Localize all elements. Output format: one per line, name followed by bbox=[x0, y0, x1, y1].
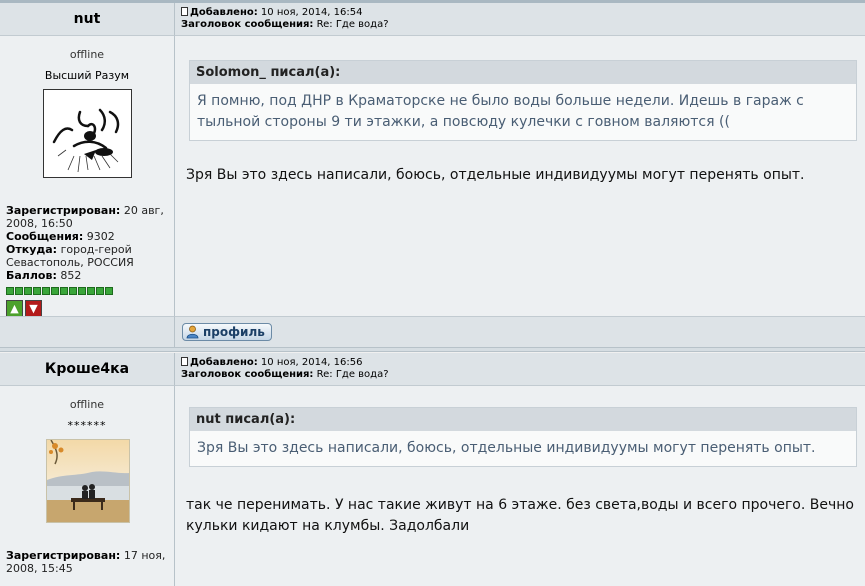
post-link-icon[interactable] bbox=[181, 357, 188, 366]
reputation-bar bbox=[6, 284, 170, 297]
author-info: Зарегистрирован: 20 авг, 2008, 16:50 Соо… bbox=[6, 204, 170, 317]
quote-author: Solomon_ писал(а): bbox=[190, 61, 856, 84]
reputation-square bbox=[105, 287, 113, 295]
reputation-square bbox=[24, 287, 32, 295]
quote-text: Я помню, под ДНР в Краматорске не было в… bbox=[190, 84, 856, 140]
post-author-name[interactable]: Кроше4ка bbox=[0, 353, 175, 386]
points-value: 852 bbox=[60, 269, 82, 282]
posted-label: Добавлено: bbox=[190, 357, 258, 368]
profile-button-label: профиль bbox=[203, 325, 265, 339]
post-footer: профиль bbox=[175, 316, 865, 347]
messages-label: Сообщения: bbox=[6, 230, 84, 243]
post-link-icon[interactable] bbox=[181, 7, 188, 16]
message-text: Зря Вы это здесь написали, боюсь, отдель… bbox=[186, 167, 805, 183]
quote-block: nut писал(а): Зря Вы это здесь написали,… bbox=[189, 407, 857, 467]
reputation-square bbox=[87, 287, 95, 295]
post-2: Кроше4ка Добавлено: 10 ноя, 2014, 16:56 … bbox=[0, 351, 865, 586]
author-panel: offline Высший Разум Зарегистрирован: 20… bbox=[0, 36, 175, 317]
quote-author: nut писал(а): bbox=[190, 408, 856, 431]
reputation-square bbox=[69, 287, 77, 295]
quote-block: Solomon_ писал(а): Я помню, под ДНР в Кр… bbox=[189, 60, 857, 141]
thumbs-down-icon[interactable]: ▼ bbox=[25, 300, 42, 317]
quote-text: Зря Вы это здесь написали, боюсь, отдель… bbox=[190, 431, 856, 466]
post-content: Solomon_ писал(а): Я помню, под ДНР в Кр… bbox=[175, 36, 865, 316]
post-subject: Re: Где вода? bbox=[316, 19, 389, 30]
posted-time: 10 ноя, 2014, 16:54 bbox=[260, 7, 363, 18]
reputation-square bbox=[51, 287, 59, 295]
posted-label: Добавлено: bbox=[190, 7, 258, 18]
online-status: offline bbox=[69, 48, 105, 61]
online-status: offline bbox=[69, 398, 105, 411]
reputation-square bbox=[42, 287, 50, 295]
subject-label: Заголовок сообщения: bbox=[181, 369, 314, 380]
reputation-square bbox=[33, 287, 41, 295]
registered-label: Зарегистрирован: bbox=[6, 549, 121, 562]
reputation-square bbox=[6, 287, 14, 295]
messages-count: 9302 bbox=[86, 230, 115, 243]
reputation-square bbox=[78, 287, 86, 295]
post-subject: Re: Где вода? bbox=[316, 369, 389, 380]
post-header: Добавлено: 10 ноя, 2014, 16:56 Заголовок… bbox=[175, 353, 865, 386]
reputation-square bbox=[60, 287, 68, 295]
post-author-name[interactable]: nut bbox=[0, 3, 175, 36]
location-label: Откуда: bbox=[6, 243, 58, 256]
posted-time: 10 ноя, 2014, 16:56 bbox=[260, 357, 363, 368]
user-rank: Высший Разум bbox=[44, 69, 130, 82]
cat-sketch-avatar-image bbox=[52, 108, 120, 173]
user-rank: ****** bbox=[67, 419, 107, 432]
bench-lake-avatar-image bbox=[47, 439, 129, 522]
registered-label: Зарегистрирован: bbox=[6, 204, 121, 217]
post-footer-left bbox=[0, 316, 175, 347]
avatar[interactable] bbox=[43, 89, 132, 178]
reputation-square bbox=[96, 287, 104, 295]
post-content: nut писал(а): Зря Вы это здесь написали,… bbox=[175, 386, 865, 586]
user-icon bbox=[186, 325, 199, 339]
post-header: Добавлено: 10 ноя, 2014, 16:54 Заголовок… bbox=[175, 3, 865, 36]
reputation-square bbox=[15, 287, 23, 295]
message-text: так че перенимать. У нас такие живут на … bbox=[186, 497, 854, 534]
author-panel: offline ****** Зарегистрирован: 17 ноя, … bbox=[0, 386, 175, 586]
post-1: nut Добавлено: 10 ноя, 2014, 16:54 Загол… bbox=[0, 0, 865, 349]
subject-label: Заголовок сообщения: bbox=[181, 19, 314, 30]
thumbs-up-icon[interactable]: ▲ bbox=[6, 300, 23, 317]
profile-button[interactable]: профиль bbox=[182, 323, 272, 341]
avatar[interactable] bbox=[46, 439, 130, 523]
author-info: Зарегистрирован: 17 ноя, 2008, 15:45 bbox=[6, 549, 170, 575]
points-label: Баллов: bbox=[6, 269, 57, 282]
